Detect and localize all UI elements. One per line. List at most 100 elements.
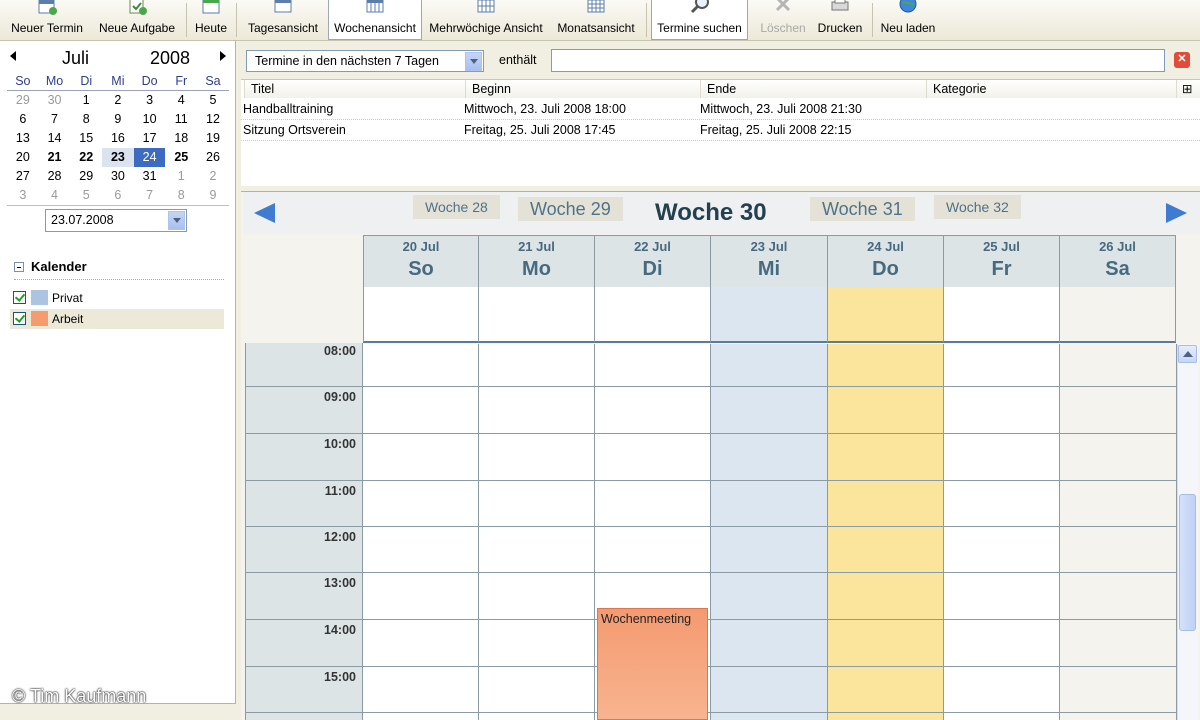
- scrollbar-thumb[interactable]: [1179, 494, 1196, 631]
- today-button[interactable]: Heute: [190, 0, 232, 40]
- day-cell[interactable]: 10: [134, 110, 166, 129]
- new-task-button[interactable]: Neue Aufgabe: [92, 0, 182, 40]
- day-cell[interactable]: 27: [7, 167, 39, 186]
- range-select[interactable]: Termine in den nächsten 7 Tagen: [246, 50, 484, 72]
- new-appointment-button[interactable]: Neuer Termin: [4, 0, 90, 40]
- day-column-selected[interactable]: [711, 344, 828, 720]
- day-cell[interactable]: 1: [70, 91, 102, 110]
- day-cell[interactable]: 9: [197, 186, 229, 205]
- multiweek-view-button[interactable]: Mehrwöchige Ansicht: [424, 0, 548, 40]
- week-view-button[interactable]: Wochenansicht: [328, 0, 422, 40]
- chevron-down-icon[interactable]: [465, 52, 482, 71]
- column-header-end[interactable]: Ende: [700, 80, 926, 98]
- day-cell[interactable]: 31: [134, 167, 166, 186]
- close-icon[interactable]: ✕: [1174, 52, 1190, 68]
- day-column[interactable]: [479, 344, 595, 720]
- week-link[interactable]: Woche 32: [934, 195, 1021, 219]
- day-view-button[interactable]: Tagesansicht: [240, 0, 326, 40]
- day-cell[interactable]: 29: [70, 167, 102, 186]
- day-cell[interactable]: 8: [165, 186, 197, 205]
- day-header[interactable]: 26 Jul Sa: [1060, 235, 1176, 287]
- day-cell[interactable]: 20: [7, 148, 39, 167]
- chevron-down-icon[interactable]: [168, 211, 185, 230]
- day-cell[interactable]: 5: [70, 186, 102, 205]
- day-header[interactable]: 25 Jul Fr: [944, 235, 1060, 287]
- day-column-today[interactable]: [828, 344, 944, 720]
- day-column[interactable]: [944, 344, 1060, 720]
- day-header[interactable]: 22 Jul Di: [595, 235, 711, 287]
- day-cell[interactable]: 18: [165, 129, 197, 148]
- day-header[interactable]: 21 Jul Mo: [479, 235, 595, 287]
- delete-button[interactable]: Löschen: [756, 0, 810, 40]
- day-cell[interactable]: 29: [7, 91, 39, 110]
- day-cell[interactable]: 15: [70, 129, 102, 148]
- day-cell[interactable]: 9: [102, 110, 134, 129]
- day-cell[interactable]: 28: [39, 167, 71, 186]
- all-day-cell[interactable]: [479, 287, 595, 343]
- day-cell[interactable]: 26: [197, 148, 229, 167]
- day-cell[interactable]: 1: [165, 167, 197, 186]
- day-cell[interactable]: 12: [197, 110, 229, 129]
- all-day-cell[interactable]: [595, 287, 711, 343]
- day-column[interactable]: [363, 344, 479, 720]
- day-cell[interactable]: 16: [102, 129, 134, 148]
- day-cell-selected[interactable]: 23: [102, 148, 134, 167]
- day-cell[interactable]: 17: [134, 129, 166, 148]
- day-cell[interactable]: 6: [7, 110, 39, 129]
- column-header-start[interactable]: Beginn: [465, 80, 700, 98]
- day-cell[interactable]: 11: [165, 110, 197, 129]
- all-day-cell[interactable]: [1060, 287, 1176, 343]
- all-day-cell[interactable]: [363, 287, 479, 343]
- find-appointments-button[interactable]: Termine suchen: [651, 0, 748, 40]
- appointment-wochenmeeting[interactable]: Wochenmeeting: [597, 608, 708, 720]
- checkbox[interactable]: [13, 291, 26, 304]
- day-cell[interactable]: 3: [134, 91, 166, 110]
- day-cell[interactable]: 4: [39, 186, 71, 205]
- day-cell[interactable]: 2: [102, 91, 134, 110]
- calendar-item-privat[interactable]: Privat: [10, 288, 224, 308]
- all-day-cell[interactable]: [944, 287, 1060, 343]
- day-cell[interactable]: 8: [70, 110, 102, 129]
- all-day-cell[interactable]: [828, 287, 944, 343]
- day-cell[interactable]: 7: [39, 110, 71, 129]
- next-week-arrow-icon[interactable]: [1166, 203, 1187, 223]
- day-cell[interactable]: 5: [197, 91, 229, 110]
- column-header-category[interactable]: Kategorie: [926, 80, 1176, 98]
- scroll-up-arrow-icon[interactable]: [1178, 345, 1197, 363]
- day-cell[interactable]: 13: [7, 129, 39, 148]
- day-header[interactable]: 24 Jul Do: [828, 235, 944, 287]
- table-row[interactable]: Handballtraining Mittwoch, 23. Juli 2008…: [241, 99, 1200, 120]
- day-cell[interactable]: 14: [39, 129, 71, 148]
- search-input[interactable]: [551, 49, 1165, 72]
- checkbox[interactable]: [13, 312, 26, 325]
- date-picker[interactable]: 23.07.2008: [45, 209, 187, 232]
- week-link[interactable]: Woche 28: [413, 195, 500, 219]
- table-row[interactable]: Sitzung Ortsverein Freitag, 25. Juli 200…: [241, 120, 1200, 141]
- day-header[interactable]: 20 Jul So: [363, 235, 479, 287]
- day-cell[interactable]: 3: [7, 186, 39, 205]
- day-column[interactable]: [1060, 344, 1177, 720]
- calendar-item-arbeit[interactable]: Arbeit: [10, 309, 224, 329]
- day-cell[interactable]: 30: [39, 91, 71, 110]
- day-cell[interactable]: 22: [70, 148, 102, 167]
- prev-week-arrow-icon[interactable]: [254, 203, 275, 223]
- all-day-cell[interactable]: [711, 287, 828, 343]
- day-cell[interactable]: 30: [102, 167, 134, 186]
- reload-button[interactable]: Neu laden: [876, 0, 940, 40]
- day-cell-today[interactable]: 24: [133, 148, 166, 167]
- column-picker-icon[interactable]: ⊞: [1176, 80, 1200, 98]
- week-link[interactable]: Woche 31: [810, 197, 915, 221]
- next-month-arrow-icon[interactable]: [220, 51, 226, 61]
- prev-month-arrow-icon[interactable]: [10, 51, 16, 61]
- day-cell[interactable]: 4: [165, 91, 197, 110]
- day-cell[interactable]: 6: [102, 186, 134, 205]
- day-cell[interactable]: 25: [165, 148, 197, 167]
- week-link[interactable]: Woche 29: [518, 197, 623, 221]
- day-cell[interactable]: 19: [197, 129, 229, 148]
- day-cell[interactable]: 21: [39, 148, 71, 167]
- column-header-title[interactable]: Titel: [244, 80, 465, 98]
- day-header[interactable]: 23 Jul Mi: [711, 235, 828, 287]
- print-button[interactable]: Drucken: [812, 0, 868, 40]
- day-cell[interactable]: 2: [197, 167, 229, 186]
- month-view-button[interactable]: Monatsansicht: [552, 0, 640, 40]
